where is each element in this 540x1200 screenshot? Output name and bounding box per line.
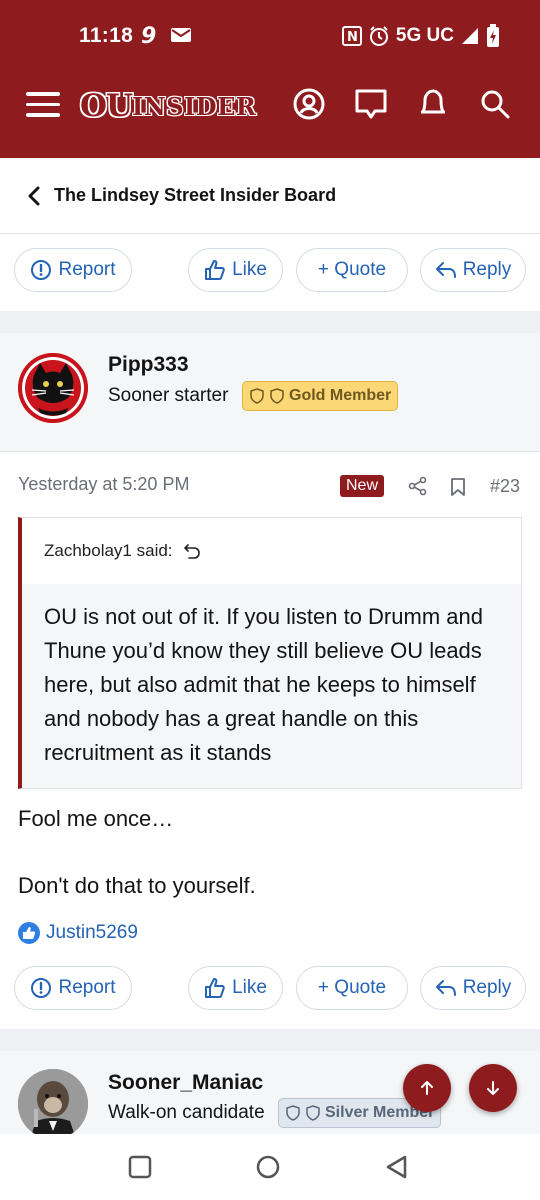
- alarm-icon: [369, 26, 388, 46]
- nav-bar: OU INSIDER: [0, 78, 540, 132]
- quote-button[interactable]: + Quote: [296, 248, 408, 292]
- post-author-block: Pipp333 Sooner starter Gold Member: [0, 333, 540, 452]
- quote-block: Zachbolay1 said: OU is not out of it. If…: [18, 517, 522, 789]
- messages-icon[interactable]: [354, 86, 388, 122]
- svg-text:N: N: [347, 30, 358, 45]
- nfc-icon: N: [341, 26, 362, 46]
- post-number[interactable]: #23: [490, 476, 520, 497]
- reaction-user: Justin5269: [46, 922, 138, 943]
- post-date[interactable]: Yesterday at 5:20 PM: [18, 474, 189, 495]
- reply-icon: [435, 980, 456, 996]
- search-icon[interactable]: [478, 86, 512, 122]
- user-title: Sooner starter: [108, 385, 229, 406]
- breadcrumb[interactable]: The Lindsey Street Insider Board: [0, 158, 540, 234]
- alerts-icon[interactable]: [416, 86, 450, 122]
- recents-icon[interactable]: [127, 1154, 153, 1180]
- account-icon[interactable]: [292, 86, 326, 122]
- app-header: 11:18 9 N 5G UC OU INSIDER: [0, 0, 540, 158]
- quote-author: Zachbolay1 said:: [44, 541, 173, 560]
- home-icon[interactable]: [255, 1154, 281, 1180]
- quote-text: OU is not out of it. If you listen to Dr…: [22, 584, 521, 788]
- status-bar: 11:18 9 N 5G UC: [0, 0, 540, 70]
- gold-member-badge: Gold Member: [242, 381, 399, 411]
- like-button[interactable]: Like: [188, 248, 283, 292]
- reactions-bar[interactable]: Justin5269: [18, 922, 138, 944]
- avatar-image: [18, 1069, 88, 1139]
- network-label: 5G UC: [395, 25, 454, 46]
- avatar[interactable]: [18, 353, 88, 423]
- next-post-author-block: Sooner_Maniac Walk-on candidate Silver M…: [0, 1051, 540, 1139]
- alert-circle-icon: [31, 978, 52, 998]
- next-user-title: Walk-on candidate: [108, 1102, 265, 1123]
- next-post-author-name[interactable]: Sooner_Maniac: [108, 1071, 263, 1095]
- shield-icon: [270, 388, 284, 404]
- reply-button[interactable]: Reply: [420, 966, 526, 1010]
- thumbs-up-icon: [205, 978, 225, 998]
- mail-icon: [171, 28, 191, 42]
- status-time: 11:18: [79, 24, 134, 47]
- alert-circle-icon: [31, 260, 52, 280]
- reply-button[interactable]: Reply: [420, 248, 526, 292]
- avatar-image: [18, 353, 88, 423]
- logo-insider: INSIDER: [132, 91, 257, 121]
- post-actions: Report Like + Quote Reply: [0, 966, 540, 1012]
- quote-button[interactable]: + Quote: [296, 966, 408, 1010]
- like-button[interactable]: Like: [188, 966, 283, 1010]
- post-author-name[interactable]: Pipp333: [108, 353, 189, 377]
- site-logo[interactable]: OU INSIDER: [80, 86, 256, 126]
- quote-header[interactable]: Zachbolay1 said:: [22, 518, 521, 584]
- thumbs-up-icon: [205, 260, 225, 280]
- system-navigation-bar: [0, 1134, 540, 1200]
- jump-to-quote-icon[interactable]: [183, 542, 201, 560]
- post-body-line-2: Don't do that to yourself.: [18, 873, 256, 898]
- reply-icon: [435, 262, 456, 278]
- menu-icon[interactable]: [26, 92, 60, 118]
- shield-icon: [250, 388, 264, 404]
- shield-icon: [286, 1105, 300, 1121]
- logo-ou: OU: [80, 88, 133, 124]
- breadcrumb-label: The Lindsey Street Insider Board: [54, 185, 337, 205]
- svg-text:9: 9: [141, 24, 156, 46]
- arrow-down-icon: [487, 1081, 499, 1095]
- post-actions-previous: Report Like + Quote Reply: [0, 248, 540, 294]
- report-button[interactable]: Report: [14, 966, 132, 1010]
- arrow-up-icon: [421, 1081, 433, 1095]
- bookmark-icon[interactable]: [450, 477, 466, 497]
- post-body-line-1: Fool me once…: [18, 806, 174, 831]
- chevron-left-icon: [28, 186, 40, 205]
- signal-icon: [462, 28, 478, 44]
- post-separator: [0, 311, 540, 333]
- scroll-down-button[interactable]: [469, 1064, 517, 1112]
- back-icon[interactable]: [384, 1154, 410, 1180]
- report-button[interactable]: Report: [14, 248, 132, 292]
- app-notification-icon: 9: [141, 24, 156, 46]
- battery-icon: [487, 24, 499, 47]
- avatar[interactable]: [18, 1069, 88, 1139]
- shield-icon: [306, 1105, 320, 1121]
- share-icon[interactable]: [408, 476, 428, 496]
- like-reaction-icon: [18, 922, 40, 944]
- scroll-up-button[interactable]: [403, 1064, 451, 1112]
- new-badge: New: [340, 475, 385, 497]
- post-separator: [0, 1029, 540, 1051]
